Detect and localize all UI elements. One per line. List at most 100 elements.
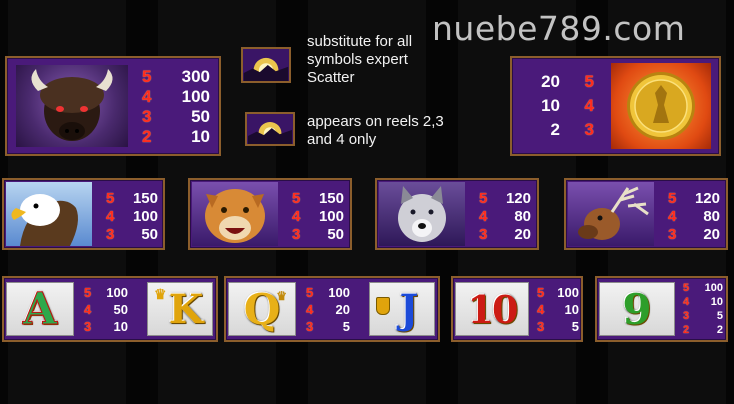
wolf-payouts: 5 120 4 80 3 20 (479, 189, 531, 243)
cougar-payouts: 5 150 4 100 3 50 (292, 189, 344, 243)
eagle-symbol-image (6, 182, 92, 246)
pay-row: 3 50 (142, 107, 212, 126)
pay-row: 4 80 (479, 207, 531, 225)
card-a-glyph: A (22, 283, 58, 335)
payout-amount: 150 (132, 189, 158, 207)
elk-symbol-image (568, 182, 654, 246)
elk-paytable-panel: 5 120 4 80 3 20 (564, 178, 728, 250)
card-k-symbol: ♛ K (147, 282, 213, 336)
ten-paytable-panel: 10 5 100 4 10 35 (451, 276, 583, 342)
payout-amount: 5 (571, 318, 579, 334)
payout-amount: 20 (541, 72, 560, 91)
card-k-glyph: K (168, 285, 204, 333)
symbol-count: 3 (142, 107, 152, 126)
pay-row: 5 120 (668, 189, 720, 207)
card-a-symbol: A (6, 282, 74, 336)
a-k-payouts: 5 100 4 50 3 10 (84, 284, 142, 334)
pay-row: 5 300 (142, 67, 212, 86)
symbol-count: 4 (142, 87, 152, 106)
payout-amount: 100 (557, 284, 579, 300)
pay-row: 20 5 (522, 72, 604, 91)
ten-payouts: 5 100 4 10 35 (537, 284, 579, 334)
symbol-count: 3 (683, 310, 690, 323)
eagle-paytable-panel: 5 150 4 100 3 50 (2, 178, 165, 250)
card-nine-symbol: 9 (599, 282, 675, 336)
card-nine-glyph: 9 (622, 284, 652, 334)
note-line: and 4 only (307, 131, 377, 148)
crown-icon: ♛ (276, 289, 287, 303)
symbol-count: 3 (584, 120, 594, 139)
payout-amount: 80 (703, 207, 720, 225)
payout-amount: 10 (191, 127, 210, 146)
site-watermark: nuebe789.com (432, 9, 686, 48)
payout-amount: 300 (181, 67, 210, 86)
symbol-count: 5 (584, 72, 594, 91)
shield-icon (376, 297, 390, 315)
pay-row: 4 100 (292, 207, 344, 225)
pay-row: 4 20 (306, 301, 364, 317)
payout-amount: 5 (716, 310, 723, 323)
wolf-symbol-image (379, 182, 465, 246)
a-k-paytable-panel: A 5 100 4 50 3 10 ♛ K (2, 276, 218, 342)
payout-amount: 50 (141, 225, 158, 243)
pay-row: 10 4 (522, 96, 604, 115)
pay-row: 4 10 (537, 301, 579, 317)
payout-amount: 50 (327, 225, 344, 243)
symbol-count: 5 (306, 284, 314, 300)
pay-row: 4 80 (668, 207, 720, 225)
payout-amount: 100 (704, 281, 723, 294)
card-ten-glyph: 10 (467, 286, 519, 332)
symbol-count: 3 (537, 318, 545, 334)
symbol-count: 5 (479, 189, 488, 207)
sunset-scatter-icon (245, 112, 295, 146)
gold-coin-paytable-panel: 20 5 10 4 23 (510, 56, 721, 156)
symbol-count: 5 (142, 67, 152, 86)
sunset-scatter-icon (241, 47, 291, 83)
payout-amount: 10 (541, 96, 560, 115)
substitute-note: substitute for all symbols expert Scatte… (307, 33, 412, 87)
payout-amount: 120 (694, 189, 720, 207)
symbol-count: 5 (292, 189, 301, 207)
pay-row: 5 100 (306, 284, 364, 300)
symbol-count: 4 (537, 301, 545, 317)
payout-amount: 100 (106, 284, 128, 300)
buffalo-symbol-image (16, 65, 128, 147)
pay-row: 3 20 (479, 225, 531, 243)
coin-payouts: 20 5 10 4 23 (522, 72, 604, 139)
symbol-count: 4 (584, 96, 594, 115)
pay-row: 4 100 (106, 207, 158, 225)
symbol-count: 4 (668, 207, 677, 225)
payout-amount: 10 (710, 295, 723, 308)
reels-note: appears on reels 2,3 and 4 only (307, 113, 444, 149)
symbol-count: 3 (106, 225, 115, 243)
symbol-count: 3 (306, 318, 314, 334)
symbol-count: 4 (479, 207, 488, 225)
nine-payouts: 5 100 4 10 35 22 (683, 281, 725, 337)
note-line: substitute for all (307, 33, 413, 50)
pay-row: 5 100 (683, 281, 725, 294)
symbol-count: 3 (84, 318, 92, 334)
card-q-glyph: Q (243, 284, 281, 334)
symbol-count: 5 (537, 284, 545, 300)
card-j-glyph: J (399, 285, 419, 333)
q-j-paytable-panel: Q ♛ 5 100 4 20 35 J (224, 276, 440, 342)
payout-amount: 120 (505, 189, 531, 207)
symbol-count: 4 (84, 301, 92, 317)
symbol-count: 3 (292, 225, 301, 243)
cougar-paytable-panel: 5 150 4 100 3 50 (188, 178, 352, 250)
pay-row: 35 (537, 318, 579, 334)
payout-amount: 100 (328, 284, 350, 300)
q-j-payouts: 5 100 4 20 35 (306, 284, 364, 334)
payout-amount: 20 (703, 225, 720, 243)
pay-row: 22 (683, 324, 725, 337)
pay-row: 35 (306, 318, 364, 334)
payout-amount: 10 (113, 318, 128, 334)
pay-row: 3 50 (292, 225, 344, 243)
pay-row: 35 (683, 310, 725, 323)
pay-row: 5 150 (106, 189, 158, 207)
payout-amount: 2 (716, 324, 723, 337)
note-line: Scatter (307, 69, 355, 86)
pay-row: 3 20 (668, 225, 720, 243)
gold-coin-symbol-image (611, 63, 711, 149)
payout-amount: 20 (514, 225, 531, 243)
